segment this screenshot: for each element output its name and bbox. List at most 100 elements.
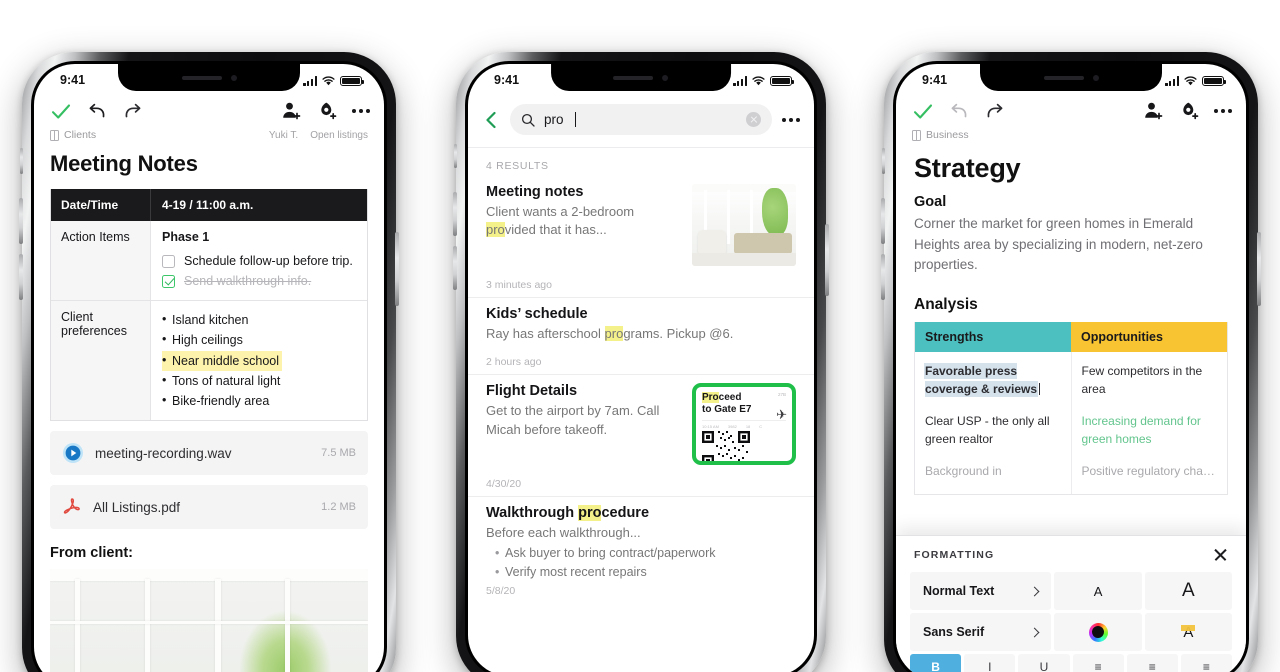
underline-button[interactable]: U bbox=[1018, 654, 1070, 672]
phone-screen-search: 9:41 pro 4 RESULTS Meeting notes Client … bbox=[468, 64, 814, 672]
phone-device-meeting-notes: 9:41 Clients Yuki T. Open listings Meeti… bbox=[19, 52, 399, 672]
align-center-button[interactable]: ≡ bbox=[1126, 654, 1178, 672]
undo-icon[interactable] bbox=[948, 100, 970, 122]
attachment-audio[interactable]: meeting-recording.wav 7.5 MB bbox=[50, 431, 368, 476]
add-person-icon[interactable] bbox=[280, 100, 302, 122]
power-button[interactable] bbox=[395, 232, 399, 306]
mute-switch[interactable] bbox=[20, 148, 23, 174]
breadcrumb-folder[interactable]: Business bbox=[926, 129, 969, 141]
list-item: Verify most recent repairs bbox=[495, 563, 796, 582]
result-thumbnail[interactable] bbox=[692, 184, 796, 266]
phone-bezel: 9:41 bbox=[465, 61, 817, 672]
check-icon[interactable] bbox=[912, 100, 934, 122]
battery-icon bbox=[1202, 75, 1226, 86]
close-icon[interactable] bbox=[1213, 547, 1228, 562]
highlight-color-icon[interactable]: A bbox=[1144, 613, 1232, 651]
swot-cell[interactable]: Increasing demand for green homes bbox=[1082, 412, 1218, 448]
result-thumbnail-boarding-pass[interactable]: 27B Proceed to Gate E7 ✈ 10:15 AM 3982 1… bbox=[692, 383, 796, 466]
collaborator-name[interactable]: Yuki T. bbox=[269, 130, 298, 141]
checkbox-unchecked-icon[interactable] bbox=[162, 254, 175, 268]
swot-cell[interactable]: Background in bbox=[925, 462, 1061, 480]
checkbox-checked-icon[interactable] bbox=[162, 274, 175, 288]
swot-cell[interactable]: Favorable press coverage & reviews bbox=[925, 362, 1061, 398]
cellular-signal-icon bbox=[1165, 76, 1179, 86]
page-title: Strategy bbox=[914, 153, 1021, 183]
align-left-button[interactable]: ≡ bbox=[1072, 654, 1124, 672]
front-camera bbox=[1092, 74, 1099, 81]
todo-item[interactable]: Send walkthrough info. bbox=[162, 271, 356, 291]
text-caret bbox=[574, 112, 576, 127]
mute-switch[interactable] bbox=[882, 148, 885, 174]
list-item: Island kitchen bbox=[162, 309, 356, 330]
font-family-label: Sans Serif bbox=[923, 625, 985, 639]
add-person-icon[interactable] bbox=[1142, 100, 1164, 122]
volume-down-button[interactable] bbox=[453, 246, 457, 290]
decrease-font-size-icon[interactable]: A bbox=[1054, 572, 1142, 610]
redo-icon[interactable] bbox=[984, 100, 1006, 122]
search-result-meeting-notes[interactable]: Meeting notes Client wants a 2-bedroom p… bbox=[468, 176, 814, 297]
result-title: Meeting notes bbox=[486, 184, 584, 200]
notebook-icon bbox=[50, 129, 59, 141]
clear-input-icon[interactable] bbox=[746, 112, 761, 127]
text-color-wheel-icon[interactable] bbox=[1054, 613, 1142, 651]
paragraph-style-label: Normal Text bbox=[923, 584, 995, 598]
search-result-walkthrough[interactable]: Walkthrough procedure Before each walkth… bbox=[468, 496, 814, 603]
power-button[interactable] bbox=[825, 224, 829, 296]
formatting-panel-title: FORMATTING bbox=[914, 548, 995, 561]
battery-icon bbox=[770, 75, 794, 86]
front-camera bbox=[230, 74, 237, 81]
volume-up-button[interactable] bbox=[881, 198, 885, 244]
highlighted-match: pro bbox=[486, 222, 505, 238]
notebook-icon bbox=[912, 129, 921, 141]
undo-icon[interactable] bbox=[86, 100, 108, 122]
redo-icon[interactable] bbox=[122, 100, 144, 122]
todo-item[interactable]: Schedule follow-up before trip. bbox=[162, 251, 356, 271]
result-snippet: Get to the airport by 7am. Call Micah be… bbox=[486, 403, 660, 437]
boarding-pass-seat: 27B bbox=[777, 392, 786, 398]
note-tag[interactable]: Open listings bbox=[310, 130, 368, 141]
result-snippet: Client wants a 2-bedroom provided that i… bbox=[486, 204, 635, 238]
add-attachment-icon[interactable] bbox=[316, 100, 338, 122]
swot-cell[interactable]: Clear USP - the only all green realtor bbox=[925, 412, 1061, 448]
add-attachment-icon[interactable] bbox=[1178, 100, 1200, 122]
table-header-label: Date/Time bbox=[51, 189, 151, 221]
more-options-icon[interactable] bbox=[352, 105, 370, 117]
back-chevron-icon[interactable] bbox=[482, 110, 500, 130]
airplane-icon: ✈ bbox=[776, 407, 787, 423]
increase-font-size-icon[interactable]: A bbox=[1144, 572, 1232, 610]
phone-device-search: 9:41 pro 4 RESULTS Meeting notes Client … bbox=[453, 52, 829, 672]
volume-down-button[interactable] bbox=[19, 254, 23, 300]
chevron-right-icon bbox=[1029, 586, 1040, 596]
search-result-flight-details[interactable]: Flight Details Get to the airport by 7am… bbox=[468, 374, 814, 496]
power-button[interactable] bbox=[1257, 232, 1261, 306]
align-right-button[interactable]: ≡ bbox=[1180, 654, 1232, 672]
mute-switch[interactable] bbox=[454, 144, 457, 168]
paragraph-style-selector[interactable]: Normal Text bbox=[910, 572, 1052, 610]
volume-up-button[interactable] bbox=[453, 192, 457, 236]
italic-button[interactable]: I bbox=[964, 654, 1016, 672]
cellular-signal-icon bbox=[733, 76, 747, 86]
check-icon[interactable] bbox=[50, 100, 72, 122]
swot-cell[interactable]: Positive regulatory cha… bbox=[1082, 462, 1218, 480]
breadcrumb: Business bbox=[896, 124, 1246, 141]
qr-code-icon bbox=[702, 431, 750, 462]
boarding-pass-gate: to Gate E7 bbox=[702, 404, 752, 416]
earpiece-speaker bbox=[181, 75, 222, 80]
search-input[interactable]: pro bbox=[510, 104, 772, 135]
search-result-kids-schedule[interactable]: Kids’ schedule Ray has afterschool progr… bbox=[468, 297, 814, 374]
volume-up-button[interactable] bbox=[19, 198, 23, 244]
font-family-selector[interactable]: Sans Serif bbox=[910, 613, 1052, 651]
meeting-notes-table: Date/Time 4-19 / 11:00 a.m. Action Items… bbox=[50, 189, 368, 422]
volume-down-button[interactable] bbox=[881, 254, 885, 300]
device-notch bbox=[118, 64, 300, 91]
breadcrumb-folder[interactable]: Clients bbox=[64, 129, 96, 141]
more-options-icon[interactable] bbox=[782, 114, 800, 126]
more-options-icon[interactable] bbox=[1214, 105, 1232, 117]
swot-cell[interactable]: Few competitors in the area bbox=[1082, 362, 1218, 398]
front-camera bbox=[662, 74, 669, 81]
table-row: Action Items Phase 1 Schedule follow-up … bbox=[51, 221, 367, 301]
bold-button[interactable]: B bbox=[910, 654, 962, 672]
client-photo[interactable] bbox=[50, 569, 368, 672]
text-caret bbox=[1039, 382, 1041, 395]
attachment-pdf[interactable]: All Listings.pdf 1.2 MB bbox=[50, 485, 368, 530]
